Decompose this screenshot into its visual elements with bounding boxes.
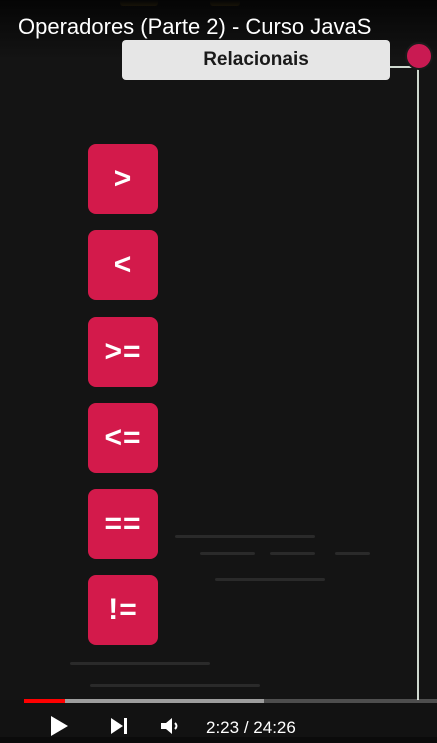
video-canvas[interactable]: Relacionais > < >= <= == != Operadores (…	[0, 0, 437, 700]
operator-label: >=	[104, 335, 142, 368]
faint-code-line	[270, 552, 315, 555]
progress-played	[24, 699, 65, 703]
faint-code-line	[175, 535, 315, 538]
operator-label: <=	[104, 421, 142, 454]
faint-code-line	[215, 578, 325, 581]
operator-label: ==	[104, 507, 142, 540]
operator-equal: ==	[88, 489, 158, 559]
next-icon[interactable]	[108, 714, 132, 743]
slide-heading: Relacionais	[122, 40, 390, 80]
operator-less-equal: <=	[88, 403, 158, 473]
time-separator: /	[243, 718, 249, 737]
operator-less-than: <	[88, 230, 158, 300]
video-title[interactable]: Operadores (Parte 2) - Curso JavaS	[18, 14, 371, 40]
operator-label: !=	[108, 593, 138, 626]
operator-label: <	[113, 248, 133, 281]
play-icon[interactable]	[46, 714, 70, 743]
operator-greater-than: >	[88, 144, 158, 214]
player-controls: 2:23 / 24:26	[0, 706, 437, 737]
record-dot-icon	[405, 42, 433, 70]
slide-frame-line	[417, 66, 419, 700]
faint-code-line	[335, 552, 370, 555]
faint-code-line	[200, 552, 255, 555]
operator-greater-equal: >=	[88, 317, 158, 387]
operator-label: >	[113, 162, 133, 195]
faint-code-line	[70, 662, 210, 665]
current-time: 2:23	[206, 718, 240, 737]
slide-heading-label: Relacionais	[203, 49, 309, 70]
video-player[interactable]: Relacionais > < >= <= == != Operadores (…	[0, 0, 437, 737]
operator-not-equal: !=	[88, 575, 158, 645]
time-display: 2:23 / 24:26	[206, 718, 296, 738]
volume-icon[interactable]	[158, 714, 182, 743]
duration: 24:26	[253, 718, 296, 737]
faint-code-line	[90, 684, 260, 687]
progress-bar[interactable]	[24, 699, 437, 703]
